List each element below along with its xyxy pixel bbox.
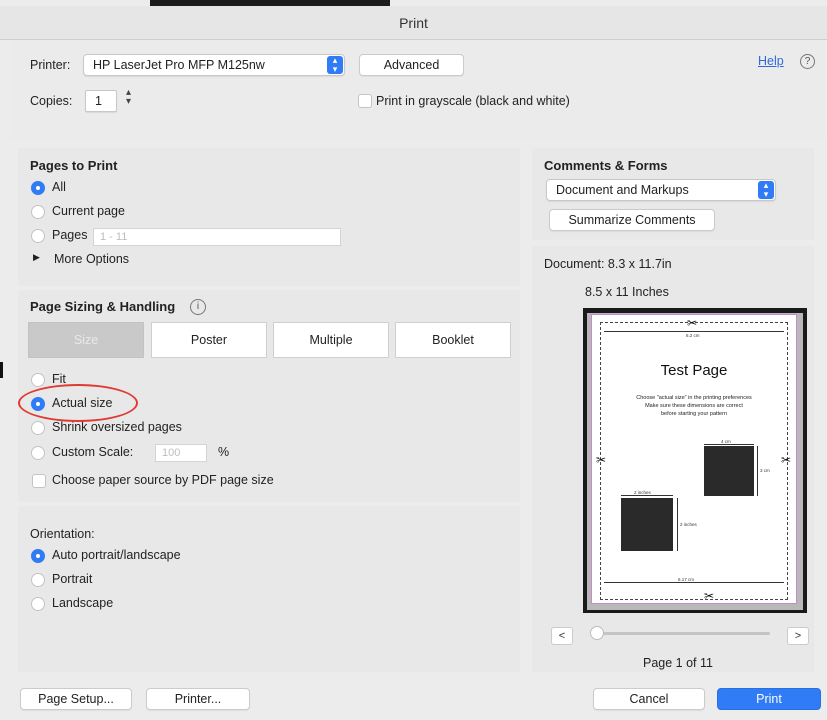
printer-label: Printer:	[30, 58, 71, 72]
page-slider-track[interactable]	[592, 632, 770, 635]
square-side-dimension-label: 3 cm	[760, 468, 770, 473]
square-top-dimension-line	[704, 444, 754, 445]
scissors-icon: ✂	[687, 316, 698, 330]
paper-source-checkbox[interactable]	[32, 474, 46, 488]
test-page-line-1: Choose "actual size" in the printing pre…	[636, 395, 752, 401]
page-sizing-heading: Page Sizing & Handling	[30, 299, 176, 314]
orientation-heading: Orientation:	[30, 527, 95, 541]
copies-label: Copies:	[30, 94, 73, 108]
radio-current-page-label: Current page	[52, 204, 125, 218]
radio-shrink-oversized[interactable]	[31, 421, 45, 435]
left-scissors-icon: ✂	[596, 453, 607, 467]
radio-pages[interactable]	[31, 229, 45, 243]
test-page-line-3: before starting your pattern	[660, 411, 728, 417]
document-size-label: Document: 8.3 x 11.7in	[544, 257, 672, 271]
square-top-dimension-label: 4 cm	[721, 439, 731, 444]
copies-value: 1	[95, 94, 102, 108]
printer-select-value: HP LaserJet Pro MFP M125nw	[93, 58, 265, 72]
radio-auto-orientation-label: Auto portrait/landscape	[52, 548, 181, 562]
window-left-edge-mark	[0, 362, 3, 378]
printer-select[interactable]: HP LaserJet Pro MFP M125nw ▴ ▾	[83, 54, 345, 76]
tab-multiple[interactable]: Multiple	[273, 322, 389, 358]
disclosure-triangle-icon[interactable]: ▶	[33, 252, 40, 263]
top-dimension-label: 6.2 cm	[686, 333, 700, 338]
radio-fit[interactable]	[31, 373, 45, 387]
help-icon[interactable]: ?	[800, 54, 815, 69]
square2-top-dimension-line	[621, 495, 673, 496]
test-page-line-2: Make sure these dimensions are correct	[645, 403, 743, 409]
percent-label: %	[218, 445, 230, 459]
bottom-dimension-line	[604, 582, 784, 583]
copies-stepper-icon[interactable]: ▴ ▾	[126, 88, 131, 107]
radio-custom-scale[interactable]	[31, 446, 45, 460]
comments-forms-value: Document and Markups	[556, 183, 689, 197]
tab-size[interactable]: Size	[28, 322, 144, 358]
radio-landscape[interactable]	[31, 597, 45, 611]
grayscale-label: Print in grayscale (black and white)	[376, 94, 570, 108]
radio-portrait-label: Portrait	[52, 572, 93, 586]
radio-current-page[interactable]	[31, 205, 45, 219]
bottom-scissors-icon: ✂	[704, 589, 715, 603]
radio-portrait[interactable]	[31, 573, 45, 587]
top-dimension-line	[604, 331, 784, 332]
help-link[interactable]: Help	[758, 54, 784, 68]
summarize-comments-button[interactable]: Summarize Comments	[549, 209, 715, 231]
pages-range-input[interactable]: 1 - 11	[93, 228, 341, 246]
test-page-title: Test Page	[660, 362, 728, 379]
radio-all-label: All	[52, 180, 66, 194]
select-arrows-icon: ▴ ▾	[327, 56, 343, 74]
next-page-button[interactable]: >	[787, 627, 809, 645]
paper-source-label: Choose paper source by PDF page size	[52, 473, 274, 487]
pages-to-print-heading: Pages to Print	[30, 158, 118, 173]
print-button[interactable]: Print	[717, 688, 821, 710]
square2-side-dimension-line	[677, 498, 678, 551]
annotation-red-circle	[18, 384, 138, 422]
paper-size-label: 8.5 x 11 Inches	[585, 285, 669, 299]
radio-pages-label: Pages	[52, 228, 88, 242]
select-arrows-icon: ▴ ▾	[758, 181, 774, 199]
bottom-dimension-label: 6.17 cm	[678, 577, 695, 582]
more-options-label[interactable]: More Options	[54, 252, 129, 266]
page-slider-thumb[interactable]	[590, 626, 604, 640]
test-square-large	[704, 446, 754, 496]
window-title: Print	[0, 6, 827, 40]
tab-booklet[interactable]: Booklet	[395, 322, 511, 358]
comments-forms-heading: Comments & Forms	[544, 158, 668, 173]
printer-button[interactable]: Printer...	[146, 688, 250, 710]
cancel-button[interactable]: Cancel	[593, 688, 705, 710]
tab-poster[interactable]: Poster	[151, 322, 267, 358]
right-scissors-icon: ✂	[781, 453, 792, 467]
radio-auto-orientation[interactable]	[31, 549, 45, 563]
square2-side-dimension-label: 2 inches	[680, 522, 697, 527]
square-side-dimension-line	[757, 446, 758, 496]
page-indicator: Page 1 of 11	[643, 656, 713, 670]
page-setup-button[interactable]: Page Setup...	[20, 688, 132, 710]
square2-top-dimension-label: 2 inches	[634, 490, 651, 495]
grayscale-checkbox[interactable]	[358, 94, 372, 108]
info-icon[interactable]: i	[190, 299, 206, 315]
radio-custom-scale-label: Custom Scale:	[52, 445, 134, 459]
comments-forms-select[interactable]: Document and Markups ▴ ▾	[546, 179, 776, 201]
radio-shrink-oversized-label: Shrink oversized pages	[52, 420, 182, 434]
prev-page-button[interactable]: <	[551, 627, 573, 645]
advanced-button[interactable]: Advanced	[359, 54, 464, 76]
radio-all[interactable]	[31, 181, 45, 195]
copies-input[interactable]: 1	[85, 90, 117, 112]
radio-landscape-label: Landscape	[52, 596, 114, 610]
test-square-small	[621, 498, 673, 551]
custom-scale-input[interactable]: 100	[155, 444, 207, 462]
